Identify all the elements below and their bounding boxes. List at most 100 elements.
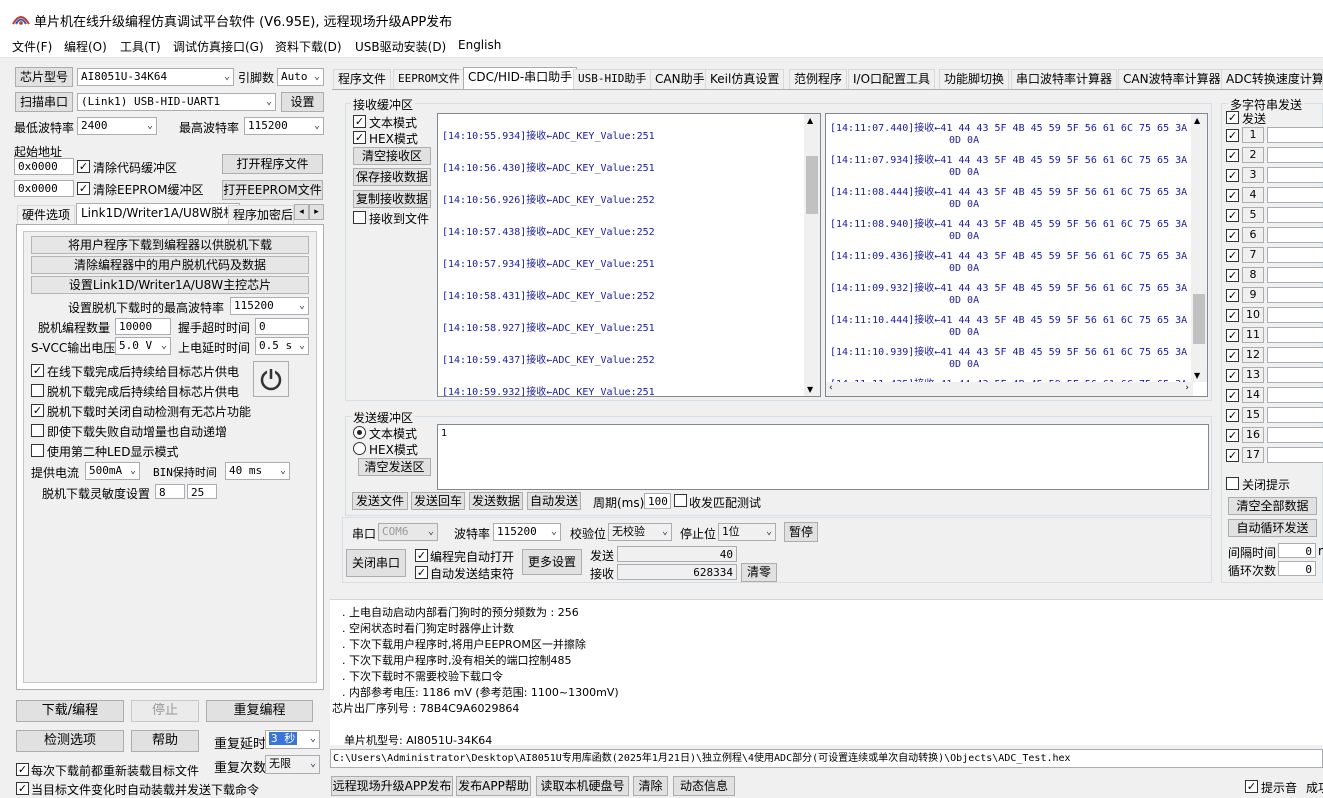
svcc-voltage-select[interactable]: 5.0 V ⌄ — [115, 337, 171, 355]
detect-options-button[interactable]: 检测选项 — [16, 730, 124, 752]
multi-send-text-input[interactable] — [1267, 147, 1323, 163]
open-eeprom-file-button[interactable]: 打开EEPROM文件 — [222, 180, 323, 200]
multi-send-checkbox[interactable]: ✓ — [1226, 269, 1239, 282]
min-baud-select[interactable]: 2400 ⌄ — [77, 117, 157, 135]
repeat-delay-select[interactable]: 3 秒 ⌄ — [265, 730, 320, 749]
menu-tools[interactable]: 工具(T) — [120, 38, 161, 55]
match-test-checkbox[interactable] — [674, 494, 687, 507]
remote-upgrade-publish-button[interactable]: 远程现场升级APP发布 — [331, 776, 453, 796]
publish-app-help-button[interactable]: 发布APP帮助 — [456, 776, 531, 796]
multi-send-all-checkbox[interactable]: ✓ — [1226, 111, 1239, 124]
offline-power-checkbox[interactable] — [31, 384, 44, 397]
multi-send-checkbox[interactable]: ✓ — [1226, 229, 1239, 242]
tab-scroll-right-icon[interactable]: ▸ — [309, 204, 324, 220]
multi-send-checkbox[interactable]: ✓ — [1226, 129, 1239, 142]
multi-send-checkbox[interactable]: ✓ — [1226, 309, 1239, 322]
save-receive-button[interactable]: 保存接收数据 — [353, 168, 431, 186]
multi-send-checkbox[interactable]: ✓ — [1226, 189, 1239, 202]
chip-model-select[interactable]: AI8051U-34K64 ⌄ — [77, 68, 234, 86]
send-text-mode-radio[interactable] — [353, 426, 366, 439]
menu-english[interactable]: English — [458, 38, 501, 52]
pause-button[interactable]: 暂停 — [784, 522, 818, 542]
multi-send-slot-button[interactable]: 13 — [1242, 367, 1264, 383]
auto-terminator-checkbox[interactable]: ✓ — [415, 566, 428, 579]
multi-send-slot-button[interactable]: 9 — [1242, 287, 1264, 303]
multi-send-slot-button[interactable]: 7 — [1242, 247, 1264, 263]
handshake-timeout-input[interactable]: 0 — [255, 318, 309, 335]
parity-select[interactable]: 无校验 ⌄ — [608, 523, 672, 541]
power-delay-select[interactable]: 0.5 s ⌄ — [255, 337, 309, 355]
multi-send-slot-button[interactable]: 1 — [1242, 127, 1264, 143]
current-select[interactable]: 500mA ⌄ — [85, 462, 140, 480]
auto-download-checkbox[interactable]: ✓ — [16, 782, 29, 795]
multi-send-text-input[interactable] — [1267, 427, 1323, 443]
multi-send-checkbox[interactable]: ✓ — [1226, 429, 1239, 442]
multi-send-slot-button[interactable]: 10 — [1242, 307, 1264, 323]
set-master-chip-button[interactable]: 设置Link1D/Writer1A/U8W主控芯片 — [31, 276, 309, 294]
clear-eeprom-checkbox[interactable]: ✓ — [77, 182, 90, 195]
chip-model-button[interactable]: 芯片型号 — [15, 67, 73, 87]
com-port-select[interactable]: COM6 ⌄ — [378, 523, 438, 541]
receive-hex-mode-checkbox[interactable]: ✓ — [353, 131, 366, 144]
baud-rate-select[interactable]: 115200 ⌄ — [493, 523, 561, 541]
auto-send-button[interactable]: 自动发送 — [527, 492, 581, 510]
tab-keil[interactable]: Keil仿真设置 — [705, 69, 785, 89]
multi-send-checkbox[interactable]: ✓ — [1226, 249, 1239, 262]
send-file-button[interactable]: 发送文件 — [352, 492, 408, 510]
sensitivity-b-input[interactable]: 25 — [187, 484, 217, 499]
tab-io-config[interactable]: I/O口配置工具 — [848, 69, 936, 89]
tab-pin-switch[interactable]: 功能脚切换 — [939, 69, 1010, 89]
multi-send-slot-button[interactable]: 5 — [1242, 207, 1264, 223]
multi-send-slot-button[interactable]: 3 — [1242, 167, 1264, 183]
port-select[interactable]: (Link1) USB-HID-UART1 ⌄ — [77, 93, 276, 111]
dynamic-info-button[interactable]: 动态信息 — [673, 776, 735, 796]
tab-program-file[interactable]: 程序文件 — [333, 69, 392, 89]
multi-send-text-input[interactable] — [1267, 167, 1323, 183]
menu-program[interactable]: 编程(O) — [64, 38, 107, 55]
auto-loop-send-button[interactable]: 自动循环发送 — [1228, 519, 1317, 537]
multi-send-text-input[interactable] — [1267, 247, 1323, 263]
offline-count-input[interactable]: 10000 — [115, 318, 171, 335]
multi-send-checkbox[interactable]: ✓ — [1226, 389, 1239, 402]
send-hex-mode-radio[interactable] — [353, 442, 366, 455]
multi-send-slot-button[interactable]: 15 — [1242, 407, 1264, 423]
tab-can-baud-calc[interactable]: CAN波特率计算器 — [1118, 69, 1226, 89]
multi-send-text-input[interactable] — [1267, 287, 1323, 303]
clear-all-data-button[interactable]: 清空全部数据 — [1228, 497, 1317, 515]
tab-scroll-left-icon[interactable]: ◂ — [294, 204, 309, 220]
more-settings-button[interactable]: 更多设置 — [522, 549, 582, 575]
tab-adc-speed-calc[interactable]: ADC转换速度计算 — [1221, 69, 1323, 89]
download-program-button[interactable]: 下载/编程 — [16, 700, 124, 722]
multi-send-text-input[interactable] — [1267, 367, 1323, 383]
multi-send-slot-button[interactable]: 17 — [1242, 447, 1264, 463]
beep-checkbox[interactable]: ✓ — [1245, 780, 1258, 793]
scan-port-button[interactable]: 扫描串口 — [15, 92, 73, 112]
repeat-count-select[interactable]: 无限 ⌄ — [265, 755, 320, 774]
tab-serial-assistant[interactable]: CDC/HID-串口助手 — [463, 67, 578, 89]
menu-download[interactable]: 资料下载(D) — [275, 38, 342, 55]
file-path-field[interactable]: C:\Users\Administrator\Desktop\AI8051U专用… — [330, 749, 1323, 768]
multi-send-slot-button[interactable]: 14 — [1242, 387, 1264, 403]
stop-bits-select[interactable]: 1位 ⌄ — [718, 523, 776, 541]
sensitivity-a-input[interactable]: 8 — [155, 484, 185, 499]
multi-send-text-input[interactable] — [1267, 387, 1323, 403]
multi-send-checkbox[interactable]: ✓ — [1226, 169, 1239, 182]
send-text-area[interactable]: 1 — [437, 424, 1209, 490]
multi-send-slot-button[interactable]: 8 — [1242, 267, 1264, 283]
close-port-button[interactable]: 关闭串口 — [346, 549, 406, 577]
menu-debug[interactable]: 调试仿真接口(G) — [173, 38, 264, 55]
disable-detect-checkbox[interactable]: ✓ — [31, 404, 44, 417]
max-baud-select[interactable]: 115200 ⌄ — [244, 117, 324, 135]
download-to-programmer-button[interactable]: 将用户程序下载到编程器以供脱机下载 — [31, 236, 309, 254]
multi-send-text-input[interactable] — [1267, 327, 1323, 343]
online-power-checkbox[interactable]: ✓ — [31, 364, 44, 377]
multi-send-text-input[interactable] — [1267, 447, 1323, 463]
multi-send-text-input[interactable] — [1267, 307, 1323, 323]
multi-send-checkbox[interactable]: ✓ — [1226, 449, 1239, 462]
loop-count-input[interactable]: 0 — [1278, 561, 1316, 576]
multi-send-checkbox[interactable]: ✓ — [1226, 409, 1239, 422]
multi-send-text-input[interactable] — [1267, 267, 1323, 283]
code-address-input[interactable]: 0x0000 — [14, 158, 74, 175]
send-data-button[interactable]: 发送数据 — [469, 492, 523, 510]
clear-send-button[interactable]: 清空发送区 — [358, 458, 431, 476]
